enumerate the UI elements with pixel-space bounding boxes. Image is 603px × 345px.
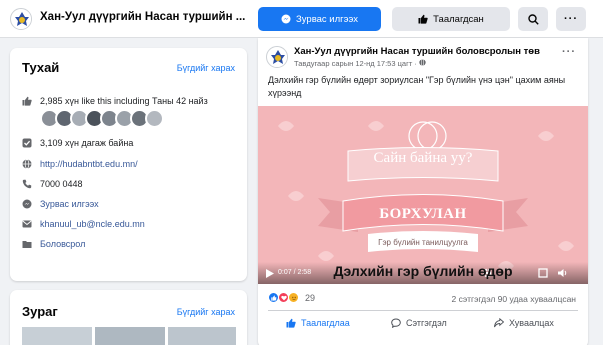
post-card: Хан-Уул дүүргийн Насан туршийн боловсрол… xyxy=(258,38,588,345)
post-author-name[interactable]: Хан-Уул дүүргийн Насан туршийн боловсрол… xyxy=(294,46,540,57)
emblem-icon xyxy=(12,10,31,29)
category-row: Боловсрол xyxy=(22,239,85,249)
comment-icon xyxy=(391,318,401,328)
thumbs-up-icon xyxy=(286,318,296,328)
like-action-button[interactable]: Таалагдлаа xyxy=(286,318,350,328)
video-name-text: БОРХУЛАН xyxy=(379,206,467,222)
email-icon xyxy=(22,219,32,229)
video-frame-art xyxy=(258,106,588,284)
avatar[interactable] xyxy=(145,109,164,128)
send-message-button[interactable]: Зурвас илгээх xyxy=(258,7,381,31)
likes-row: 2,985 хүн like this including Таны 42 на… xyxy=(22,96,208,106)
category-link[interactable]: Боловсрол xyxy=(40,239,85,249)
category-icon xyxy=(22,239,32,249)
website-link[interactable]: http://hudabntbt.edu.mn/ xyxy=(40,159,138,169)
like-action-label: Таалагдлаа xyxy=(301,318,350,328)
care-reaction-icon xyxy=(288,292,299,303)
video-greeting-text: Сайн байна уу? xyxy=(373,150,473,166)
message-link[interactable]: Зурвас илгээх xyxy=(40,199,99,209)
post-stats[interactable]: 2 сэтгэгдэл 90 удаа хуваалцсан xyxy=(452,294,577,304)
page-name[interactable]: Хан-Уул дүүргийн Насан туршийн ... xyxy=(40,11,245,23)
share-action-button[interactable]: Хуваалцах xyxy=(494,318,554,328)
about-title: Тухай xyxy=(22,60,60,75)
send-message-label: Зурвас илгээх xyxy=(296,13,358,25)
reaction-summary[interactable]: 29 xyxy=(268,292,315,303)
thumbs-up-icon xyxy=(22,96,32,106)
post-timestamp[interactable]: Тавдугаар сарын 12-нд 17:53 цагт · xyxy=(294,59,426,68)
more-icon: ··· xyxy=(564,13,578,25)
globe-icon xyxy=(419,59,426,66)
liked-label: Таалагдсан xyxy=(433,13,484,25)
share-icon xyxy=(494,318,504,328)
search-icon xyxy=(527,13,539,25)
likes-text: 2,985 хүн like this including Таны 42 на… xyxy=(40,96,208,106)
more-options-button[interactable]: ··· xyxy=(556,7,586,31)
followers-text: 3,109 хүн дагаж байна xyxy=(40,138,134,148)
messenger-icon xyxy=(281,14,291,24)
emblem-icon xyxy=(268,48,287,67)
post-video[interactable]: Сайн байна уу? БОРХУЛАН Гэр бүлийн танил… xyxy=(258,106,588,284)
friend-avatars[interactable] xyxy=(40,109,164,128)
video-subtitle-text: Гэр бүлийн танилцуулга xyxy=(378,238,468,247)
globe-icon xyxy=(22,159,32,169)
website-row: http://hudabntbt.edu.mn/ xyxy=(22,159,138,169)
about-see-all-link[interactable]: Бүгдийг харах xyxy=(177,63,235,73)
page-logo-avatar[interactable] xyxy=(10,8,32,30)
post-author-avatar[interactable] xyxy=(266,46,288,68)
message-row: Зурвас илгээх xyxy=(22,199,99,209)
liked-button[interactable]: Таалагдсан xyxy=(392,7,510,31)
post-text: Дэлхийн гэр бүлийн өдөрт зориулсан "Гэр … xyxy=(268,75,566,98)
follow-icon xyxy=(22,138,32,148)
post-date[interactable]: Тавдугаар сарын 12-нд 17:53 цагт · xyxy=(294,59,417,68)
about-card: Тухай Бүгдийг харах 2,985 хүн like this … xyxy=(10,48,247,281)
photos-see-all-link[interactable]: Бүгдийг харах xyxy=(177,307,235,317)
search-button[interactable] xyxy=(518,7,548,31)
photo-thumbnail[interactable] xyxy=(95,327,165,345)
email-row: khanuul_ub@ncle.edu.mn xyxy=(22,219,145,229)
page-header: Хан-Уул дүүргийн Насан туршийн ... Зурва… xyxy=(0,0,603,38)
thumbs-up-icon xyxy=(418,14,428,24)
phone-text: 7000 0448 xyxy=(40,179,83,189)
post-divider xyxy=(268,310,578,311)
comment-action-label: Сэтгэгдэл xyxy=(406,318,447,328)
post-options-icon[interactable]: ··· xyxy=(562,46,576,58)
photo-thumbnail[interactable] xyxy=(168,327,236,345)
comment-action-button[interactable]: Сэтгэгдэл xyxy=(391,318,447,328)
photo-thumbnail[interactable] xyxy=(22,327,92,345)
video-caption-text: Дэлхийн гэр бүлийн өдөр xyxy=(333,263,513,279)
phone-icon xyxy=(22,179,32,189)
reaction-count[interactable]: 29 xyxy=(305,293,315,303)
photos-title: Зураг xyxy=(22,304,58,319)
messenger-icon xyxy=(22,199,32,209)
email-link[interactable]: khanuul_ub@ncle.edu.mn xyxy=(40,219,145,229)
followers-row: 3,109 хүн дагаж байна xyxy=(22,138,133,148)
phone-row: 7000 0448 xyxy=(22,179,83,189)
share-action-label: Хуваалцах xyxy=(509,318,554,328)
